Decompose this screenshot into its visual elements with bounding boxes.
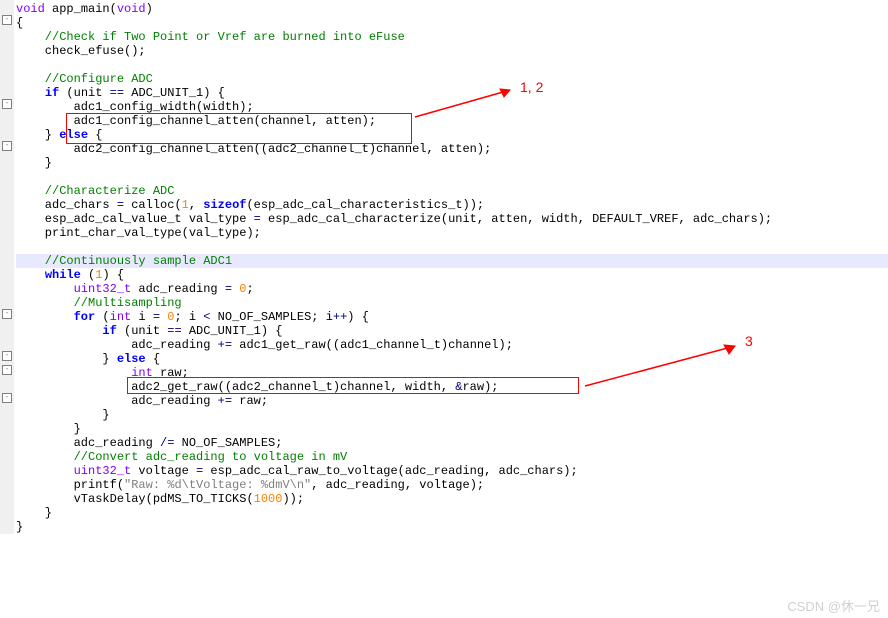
- code-line: }: [16, 408, 888, 422]
- fold-icon[interactable]: -: [2, 393, 12, 403]
- code-line: adc1_config_channel_atten(channel, atten…: [16, 114, 888, 128]
- code-line: printf("Raw: %d\tVoltage: %dmV\n", adc_r…: [16, 478, 888, 492]
- annotation-label-1: 1, 2: [520, 80, 543, 94]
- code-line: } else {: [16, 352, 888, 366]
- code-line: uint32_t voltage = esp_adc_cal_raw_to_vo…: [16, 464, 888, 478]
- code-line-highlighted: //Continuously sample ADC1: [16, 254, 888, 268]
- code-line: //Convert adc_reading to voltage in mV: [16, 450, 888, 464]
- code-line: while (1) {: [16, 268, 888, 282]
- fold-icon[interactable]: -: [2, 141, 12, 151]
- code-line: }: [16, 156, 888, 170]
- code-line: check_efuse();: [16, 44, 888, 58]
- annotation-label-2: 3: [745, 334, 753, 348]
- code-line: uint32_t adc_reading = 0;: [16, 282, 888, 296]
- code-line: esp_adc_cal_value_t val_type = esp_adc_c…: [16, 212, 888, 226]
- code-editor: - - - - - - - void app_main(void) { //Ch…: [0, 0, 888, 534]
- code-line: {: [16, 16, 888, 30]
- code-line: adc_reading += raw;: [16, 394, 888, 408]
- fold-icon[interactable]: -: [2, 365, 12, 375]
- code-line: if (unit == ADC_UNIT_1) {: [16, 86, 888, 100]
- code-line: void app_main(void): [16, 2, 888, 16]
- fold-icon[interactable]: -: [2, 99, 12, 109]
- code-line: }: [16, 506, 888, 520]
- code-line: }: [16, 520, 888, 534]
- code-line: adc1_config_width(width);: [16, 100, 888, 114]
- code-line: adc_chars = calloc(1, sizeof(esp_adc_cal…: [16, 198, 888, 212]
- code-line: //Characterize ADC: [16, 184, 888, 198]
- fold-gutter: - - - - - - -: [0, 0, 14, 534]
- code-line: adc2_config_channel_atten((adc2_channel_…: [16, 142, 888, 156]
- code-line: vTaskDelay(pdMS_TO_TICKS(1000));: [16, 492, 888, 506]
- code-line: adc2_get_raw((adc2_channel_t)channel, wi…: [16, 380, 888, 394]
- code-line: for (int i = 0; i < NO_OF_SAMPLES; i++) …: [16, 310, 888, 324]
- code-line: //Check if Two Point or Vref are burned …: [16, 30, 888, 44]
- code-line: if (unit == ADC_UNIT_1) {: [16, 324, 888, 338]
- fold-icon[interactable]: -: [2, 15, 12, 25]
- code-line: int raw;: [16, 366, 888, 380]
- fold-icon[interactable]: -: [2, 351, 12, 361]
- code-line: print_char_val_type(val_type);: [16, 226, 888, 240]
- fold-icon[interactable]: -: [2, 309, 12, 319]
- code-line: [16, 170, 888, 184]
- code-line: adc_reading /= NO_OF_SAMPLES;: [16, 436, 888, 450]
- code-line: }: [16, 422, 888, 436]
- watermark: CSDN @休一兄: [787, 600, 880, 614]
- code-line: //Multisampling: [16, 296, 888, 310]
- code-line: [16, 58, 888, 72]
- code-line: [16, 240, 888, 254]
- code-line: adc_reading += adc1_get_raw((adc1_channe…: [16, 338, 888, 352]
- code-line: } else {: [16, 128, 888, 142]
- code-line: //Configure ADC: [16, 72, 888, 86]
